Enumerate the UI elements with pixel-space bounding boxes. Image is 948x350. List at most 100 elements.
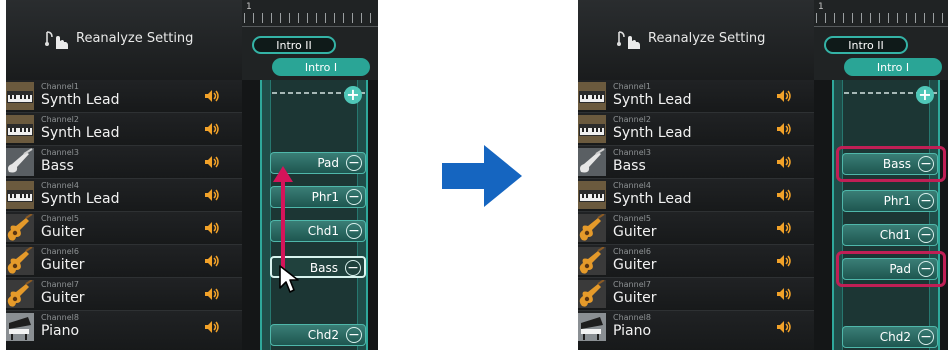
- pattern-label: Phr1: [883, 194, 911, 208]
- section-column: [832, 80, 940, 350]
- reanalyze-title: Reanalyze Setting: [76, 31, 194, 46]
- channel-number: Channel5: [613, 214, 651, 223]
- channel-name: Guiter: [613, 257, 657, 273]
- speaker-icon[interactable]: [776, 254, 792, 268]
- synth-keyboard-icon: [578, 181, 606, 209]
- remove-pattern-button[interactable]: −: [918, 261, 934, 277]
- piano-icon: [578, 313, 606, 341]
- channel-number: Channel2: [613, 115, 651, 124]
- speaker-icon[interactable]: [204, 254, 220, 268]
- channel-row[interactable]: Channel8 Piano: [578, 311, 814, 350]
- speaker-icon[interactable]: [204, 320, 220, 334]
- pattern-block[interactable]: Chd1 −: [842, 224, 938, 246]
- channel-name: Synth Lead: [41, 125, 120, 141]
- synth-keyboard-icon: [6, 115, 34, 143]
- panel-after: Reanalyze Setting 1 Intro II Intro I Cha…: [578, 0, 948, 350]
- channel-row[interactable]: Channel8 Piano: [6, 311, 242, 350]
- channel-name: Piano: [613, 323, 652, 339]
- channel-row[interactable]: Channel5 Guiter: [578, 212, 814, 245]
- channel-number: Channel7: [41, 280, 79, 289]
- speaker-icon[interactable]: [776, 320, 792, 334]
- speaker-icon[interactable]: [776, 89, 792, 103]
- speaker-icon[interactable]: [204, 287, 220, 301]
- synth-keyboard-icon: [578, 82, 606, 110]
- measure-number: 1: [818, 2, 824, 12]
- channel-row[interactable]: Channel2 Synth Lead: [578, 113, 814, 146]
- reanalyze-header[interactable]: Reanalyze Setting: [6, 0, 242, 81]
- section-intro-1[interactable]: Intro I: [844, 58, 942, 76]
- remove-pattern-button[interactable]: −: [918, 193, 934, 209]
- timeline-header: 1 Intro II Intro I: [814, 0, 948, 80]
- speaker-icon[interactable]: [204, 188, 220, 202]
- remove-pattern-button[interactable]: −: [345, 260, 361, 276]
- acoustic-guitar-icon: [6, 247, 34, 275]
- section-intro-2[interactable]: Intro II: [824, 36, 908, 54]
- pattern-block[interactable]: Chd2 −: [842, 326, 938, 348]
- channel-row[interactable]: Channel2 Synth Lead: [6, 113, 242, 146]
- speaker-icon[interactable]: [204, 221, 220, 235]
- speaker-icon[interactable]: [776, 155, 792, 169]
- reanalyze-music-hand-icon: [45, 31, 68, 49]
- channel-name: Guiter: [41, 224, 85, 240]
- timeline-header: 1 Intro II Intro I: [242, 0, 378, 80]
- channel-number: Channel4: [613, 181, 651, 190]
- acoustic-guitar-icon: [578, 280, 606, 308]
- channel-row[interactable]: Channel6 Guiter: [6, 245, 242, 278]
- measure-ruler: 1: [242, 0, 378, 27]
- pattern-block[interactable]: Bass −: [842, 153, 938, 175]
- channel-number: Channel8: [613, 313, 651, 322]
- speaker-icon[interactable]: [204, 122, 220, 136]
- remove-pattern-button[interactable]: −: [918, 227, 934, 243]
- drag-up-arrow-icon: [273, 166, 293, 270]
- remove-pattern-button[interactable]: −: [346, 327, 362, 343]
- channel-name: Guiter: [613, 290, 657, 306]
- speaker-icon[interactable]: [204, 89, 220, 103]
- pattern-lanes: + Bass − Phr1 − Chd1 − Pad − Chd2 −: [814, 80, 948, 350]
- channel-row[interactable]: Channel3 Bass: [578, 146, 814, 179]
- pattern-lanes: + Pad − Phr1 − Chd1 − Bass − Chd2 −: [242, 80, 378, 350]
- remove-pattern-button[interactable]: −: [346, 155, 362, 171]
- speaker-icon[interactable]: [776, 287, 792, 301]
- remove-pattern-button[interactable]: −: [346, 189, 362, 205]
- channel-number: Channel6: [41, 247, 79, 256]
- channel-name: Synth Lead: [613, 191, 692, 207]
- reanalyze-header[interactable]: Reanalyze Setting: [578, 0, 814, 81]
- add-pattern-button[interactable]: +: [916, 86, 934, 104]
- remove-pattern-button[interactable]: −: [346, 223, 362, 239]
- channel-number: Channel7: [613, 280, 651, 289]
- channel-row[interactable]: Channel1 Synth Lead: [578, 80, 814, 113]
- speaker-icon[interactable]: [776, 221, 792, 235]
- pattern-label: Pad: [889, 262, 911, 276]
- channel-name: Guiter: [41, 257, 85, 273]
- channel-row[interactable]: Channel1 Synth Lead: [6, 80, 242, 113]
- channel-row[interactable]: Channel5 Guiter: [6, 212, 242, 245]
- channel-number: Channel8: [41, 313, 79, 322]
- remove-pattern-button[interactable]: −: [918, 156, 934, 172]
- remove-pattern-button[interactable]: −: [918, 329, 934, 345]
- add-pattern-button[interactable]: +: [344, 86, 362, 104]
- section-intro-2[interactable]: Intro II: [252, 36, 336, 54]
- channel-name: Guiter: [613, 224, 657, 240]
- synth-keyboard-icon: [6, 82, 34, 110]
- channel-number: Channel6: [613, 247, 651, 256]
- bass-guitar-icon: [578, 148, 606, 176]
- synth-keyboard-icon: [578, 115, 606, 143]
- speaker-icon[interactable]: [204, 155, 220, 169]
- channel-row[interactable]: Channel4 Synth Lead: [6, 179, 242, 212]
- channel-name: Piano: [41, 323, 80, 339]
- pattern-block[interactable]: Pad −: [842, 258, 938, 280]
- channel-row[interactable]: Channel7 Guiter: [6, 278, 242, 311]
- pattern-label: Chd1: [307, 224, 339, 238]
- channel-row[interactable]: Channel4 Synth Lead: [578, 179, 814, 212]
- pattern-label: Pad: [317, 156, 339, 170]
- pattern-block[interactable]: Phr1 −: [842, 190, 938, 212]
- pattern-block[interactable]: Chd2 −: [270, 324, 366, 346]
- channel-row[interactable]: Channel6 Guiter: [578, 245, 814, 278]
- pattern-label: Bass: [882, 157, 911, 171]
- channel-name: Synth Lead: [41, 191, 120, 207]
- section-intro-1[interactable]: Intro I: [272, 58, 370, 76]
- speaker-icon[interactable]: [776, 122, 792, 136]
- channel-row[interactable]: Channel3 Bass: [6, 146, 242, 179]
- speaker-icon[interactable]: [776, 188, 792, 202]
- channel-row[interactable]: Channel7 Guiter: [578, 278, 814, 311]
